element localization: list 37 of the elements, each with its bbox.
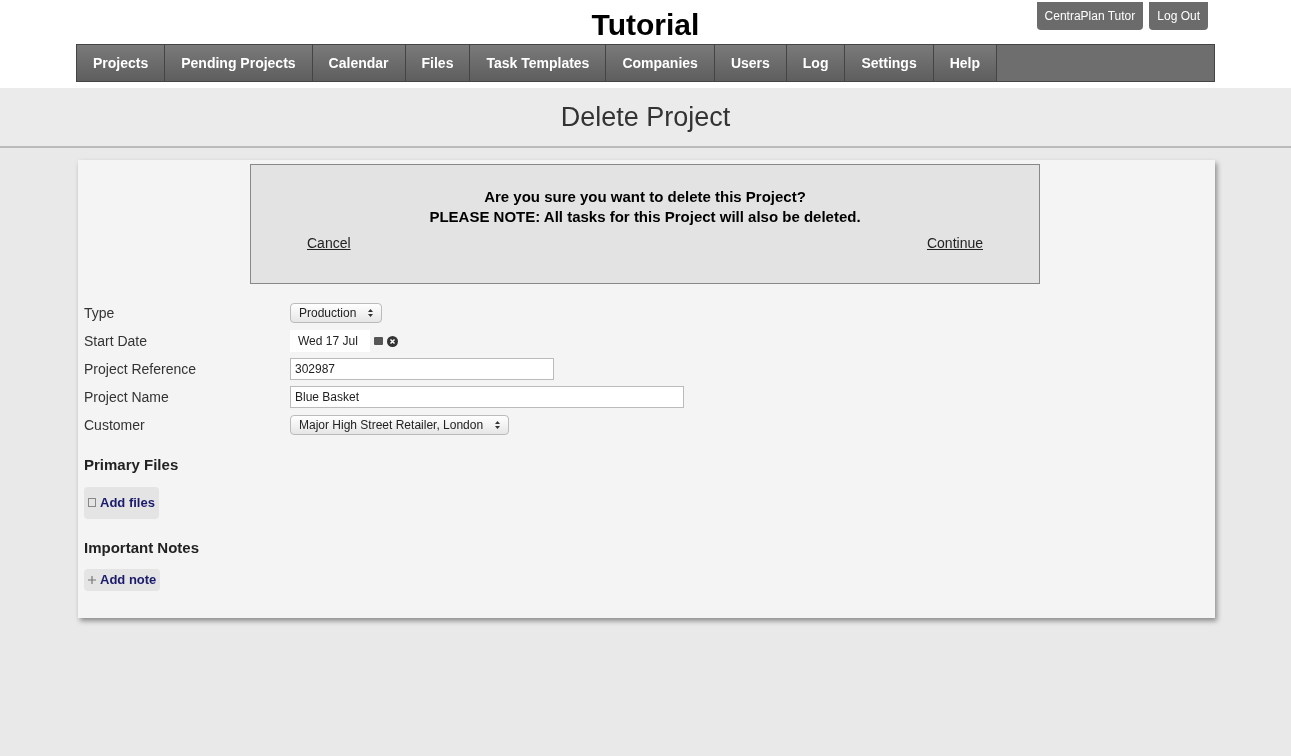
clear-icon[interactable] [387,335,398,347]
cancel-link[interactable]: Cancel [307,233,351,254]
updown-icon [495,421,501,429]
field-label: Project Reference [84,359,198,379]
nav-tab[interactable]: Task Templates [470,45,607,81]
text-field[interactable]: Blue Basket [290,386,684,408]
section-heading: Important Notes [84,537,200,558]
nav-tab[interactable]: Settings [845,45,934,81]
section-heading: Primary Files [84,455,180,475]
add-button[interactable]: Add note [84,569,161,591]
continue-link[interactable]: Continue [926,233,983,254]
field-label: Type [84,303,116,323]
field-label: Start Date [84,331,149,351]
nav-tab[interactable]: Projects [77,45,166,81]
select-field[interactable]: Major High Street Retailer, London [290,415,510,435]
add-button[interactable]: Add files [84,486,159,519]
updown-icon [368,309,374,317]
file-icon [88,498,96,507]
nav-tab[interactable]: Pending Projects [165,45,313,81]
header-button[interactable]: CentraPlan Tutor [1036,2,1144,30]
nav-tab[interactable]: Users [714,45,787,81]
plus-icon [88,576,96,584]
nav-tab[interactable]: Calendar [312,45,406,81]
nav-tab[interactable]: Files [405,45,471,81]
nav-tab[interactable]: Log [786,45,846,81]
header-button[interactable]: Log Out [1149,2,1208,30]
nav-tab[interactable]: Companies [606,45,715,81]
field-label: Customer [84,415,146,435]
nav-tab[interactable]: Help [933,45,998,81]
date-field[interactable]: Wed 17 Jul [290,330,370,352]
field-label: Project Name [84,387,170,407]
confirm-note: PLEASE NOTE: All tasks for this Project will also be deleted. [429,207,861,227]
app-title: Tutorial [591,7,700,43]
select-field[interactable]: Production [290,303,383,323]
text-field[interactable]: 302987 [290,358,554,380]
page-title: Delete Project [560,100,731,134]
confirm-question: Are you sure you want to delete this Project? [484,187,806,207]
